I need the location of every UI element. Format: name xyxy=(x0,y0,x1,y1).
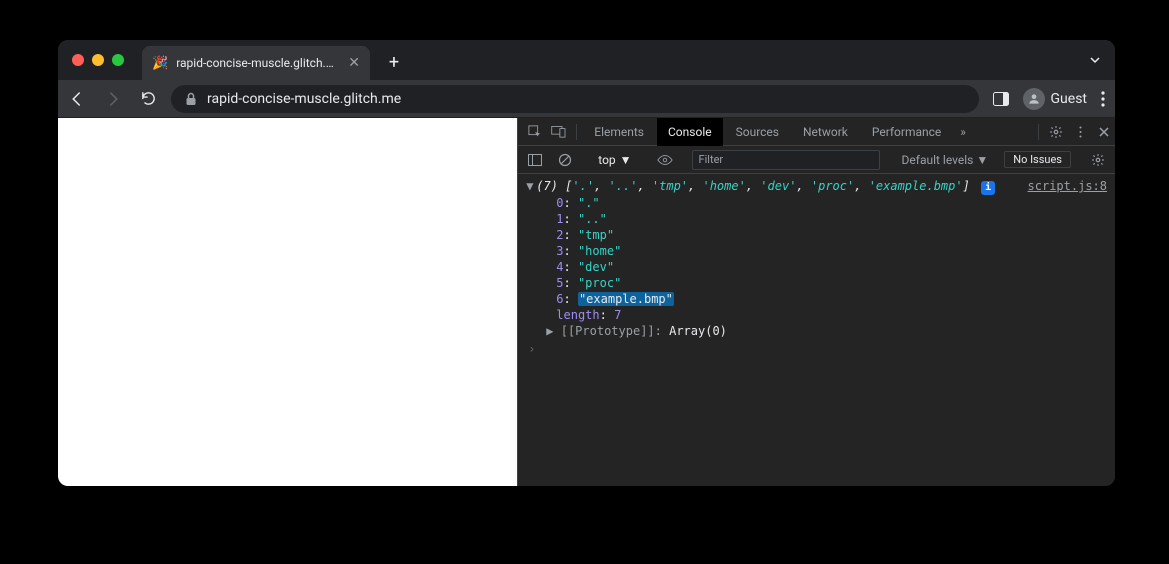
array-summary: (7) ['.', '..', 'tmp', 'home', 'dev', 'p… xyxy=(536,178,995,195)
console-settings-icon[interactable] xyxy=(1087,149,1109,171)
array-length-row[interactable]: length: 7 xyxy=(518,307,1115,323)
context-label: top xyxy=(598,153,615,167)
new-tab-button[interactable]: + xyxy=(380,48,408,76)
chevron-down-icon: ▼ xyxy=(976,153,988,167)
context-selector[interactable]: top ▼ xyxy=(592,151,637,169)
tab-performance[interactable]: Performance xyxy=(861,118,952,146)
devtools-settings-icon[interactable] xyxy=(1045,121,1067,143)
window-controls xyxy=(72,54,124,66)
live-expression-icon[interactable] xyxy=(654,149,676,171)
console-log-row[interactable]: ▼ (7) ['.', '..', 'tmp', 'home', 'dev', … xyxy=(518,178,1115,195)
array-entry[interactable]: 0: "." xyxy=(518,195,1115,211)
log-levels-dropdown[interactable]: Default levels ▼ xyxy=(902,153,989,167)
back-button[interactable] xyxy=(68,90,86,108)
array-entry[interactable]: 5: "proc" xyxy=(518,275,1115,291)
console-filter-input[interactable]: Filter xyxy=(692,150,880,170)
more-tabs-icon[interactable]: » xyxy=(954,125,972,139)
devtools-close-icon[interactable] xyxy=(1093,121,1115,143)
nav-buttons xyxy=(68,90,157,108)
prototype-row[interactable]: ▶ [[Prototype]]: Array(0) xyxy=(518,323,1115,339)
devtools-tabbar: Elements Console Sources Network Perform… xyxy=(518,118,1115,146)
issues-button[interactable]: No Issues xyxy=(1004,151,1071,168)
expand-toggle-icon[interactable]: ▶ xyxy=(546,324,553,338)
filter-placeholder: Filter xyxy=(699,153,724,166)
tab-console[interactable]: Console xyxy=(657,118,723,146)
console-prompt[interactable]: › xyxy=(518,339,1115,359)
tab-favicon: 🎉 xyxy=(152,56,168,71)
content-area: Elements Console Sources Network Perform… xyxy=(58,118,1115,486)
profile-button[interactable]: Guest xyxy=(1023,88,1087,110)
chevron-down-icon: ▼ xyxy=(620,153,632,167)
array-entry[interactable]: 3: "home" xyxy=(518,243,1115,259)
lock-icon xyxy=(185,92,197,106)
browser-toolbar: rapid-concise-muscle.glitch.me Guest xyxy=(58,80,1115,118)
separator xyxy=(576,124,577,140)
inspect-element-icon[interactable] xyxy=(524,121,546,143)
expand-toggle-icon[interactable]: ▼ xyxy=(526,178,536,195)
console-output: ▼ (7) ['.', '..', 'tmp', 'home', 'dev', … xyxy=(518,174,1115,486)
tab-strip: 🎉 rapid-concise-muscle.glitch.me ✕ + xyxy=(58,40,1115,80)
separator xyxy=(1038,124,1039,140)
info-badge-icon[interactable]: i xyxy=(981,181,995,195)
console-toolbar: top ▼ Filter Default levels ▼ No Issues xyxy=(518,146,1115,174)
maximize-window-button[interactable] xyxy=(112,54,124,66)
array-entry[interactable]: 4: "dev" xyxy=(518,259,1115,275)
minimize-window-button[interactable] xyxy=(92,54,104,66)
tab-list-dropdown-icon[interactable] xyxy=(1089,54,1101,66)
source-link[interactable]: script.js:8 xyxy=(1028,178,1107,195)
devtools-menu-icon[interactable] xyxy=(1069,121,1091,143)
url-text: rapid-concise-muscle.glitch.me xyxy=(207,91,401,107)
kebab-menu-icon[interactable] xyxy=(1101,91,1105,107)
array-entry[interactable]: 2: "tmp" xyxy=(518,227,1115,243)
tab-title: rapid-concise-muscle.glitch.me xyxy=(176,56,336,70)
page-viewport[interactable] xyxy=(58,118,517,486)
profile-label: Guest xyxy=(1051,91,1087,107)
address-bar[interactable]: rapid-concise-muscle.glitch.me xyxy=(171,85,979,113)
avatar-icon xyxy=(1023,88,1045,110)
tab-close-icon[interactable]: ✕ xyxy=(348,55,360,71)
side-panel-icon[interactable] xyxy=(993,92,1009,106)
browser-window: 🎉 rapid-concise-muscle.glitch.me ✕ + rap… xyxy=(58,40,1115,486)
array-entry[interactable]: 1: ".." xyxy=(518,211,1115,227)
forward-button[interactable] xyxy=(104,90,122,108)
tab-elements[interactable]: Elements xyxy=(583,118,655,146)
browser-tab[interactable]: 🎉 rapid-concise-muscle.glitch.me ✕ xyxy=(142,46,370,80)
tab-sources[interactable]: Sources xyxy=(725,118,790,146)
close-window-button[interactable] xyxy=(72,54,84,66)
array-entry[interactable]: 6: "example.bmp" xyxy=(518,291,1115,307)
clear-console-icon[interactable] xyxy=(554,149,576,171)
reload-button[interactable] xyxy=(140,90,157,108)
devtools-panel: Elements Console Sources Network Perform… xyxy=(517,118,1115,486)
tab-network[interactable]: Network xyxy=(792,118,859,146)
device-toolbar-icon[interactable] xyxy=(548,121,570,143)
console-sidebar-toggle-icon[interactable] xyxy=(524,149,546,171)
toolbar-right: Guest xyxy=(993,88,1105,110)
